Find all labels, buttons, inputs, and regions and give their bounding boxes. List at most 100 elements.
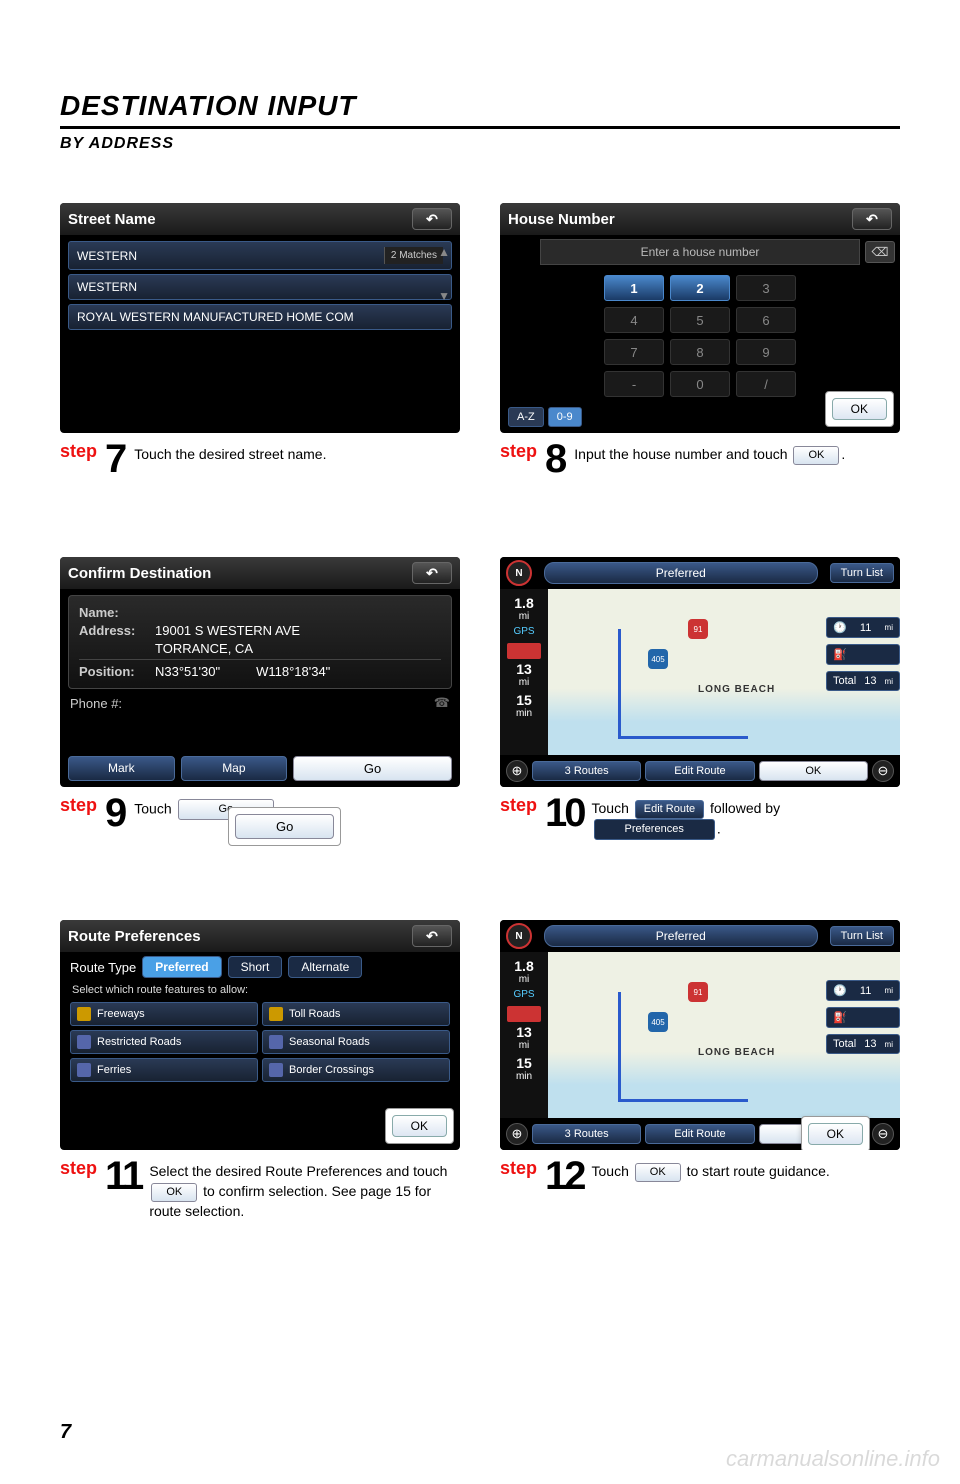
step-number: 11 bbox=[105, 1158, 141, 1194]
route-shield-icon: 91 bbox=[688, 619, 708, 639]
zoom-out-icon[interactable]: ⊖ bbox=[872, 760, 894, 782]
map-label: LONG BEACH bbox=[698, 684, 775, 695]
fuel-icon: ⛽ bbox=[833, 648, 847, 661]
route-shield-icon: 405 bbox=[648, 649, 668, 669]
feature-toll[interactable]: Toll Roads bbox=[262, 1002, 450, 1026]
list-item[interactable]: WESTERN bbox=[68, 274, 452, 300]
map-label: LONG BEACH bbox=[698, 1047, 775, 1058]
edit-route-button[interactable]: Edit Route bbox=[645, 761, 754, 781]
feature-ferries[interactable]: Ferries bbox=[70, 1058, 258, 1082]
toll-icon bbox=[269, 1007, 283, 1021]
go-button[interactable]: Go bbox=[293, 756, 452, 781]
street-name: WESTERN bbox=[77, 249, 137, 263]
key-7[interactable]: 7 bbox=[604, 339, 664, 365]
street-name: ROYAL WESTERN MANUFACTURED HOME COM bbox=[77, 310, 354, 324]
key-3[interactable]: 3 bbox=[736, 275, 796, 301]
route-side-info: 🕐11mi ⛽ Total13mi bbox=[826, 617, 900, 691]
step-number: 10 bbox=[545, 795, 584, 831]
list-item[interactable]: WESTERN 2 Matches bbox=[68, 241, 452, 270]
key-9[interactable]: 9 bbox=[736, 339, 796, 365]
preferred-pill[interactable]: Preferred bbox=[544, 562, 818, 584]
ok-button[interactable]: OK bbox=[392, 1115, 447, 1137]
zoom-out-icon[interactable]: ⊖ bbox=[872, 1123, 894, 1145]
mark-button[interactable]: Mark bbox=[68, 756, 175, 781]
key-6[interactable]: 6 bbox=[736, 307, 796, 333]
placeholder-text: Enter a house number bbox=[641, 245, 760, 259]
step-caption: Touch the desired street name. bbox=[134, 441, 326, 465]
route-opt-preferred[interactable]: Preferred bbox=[142, 956, 221, 978]
screen-map-start: N Preferred Turn List 1.8mi GPS 13mi 15m… bbox=[500, 920, 900, 1150]
step-label: step bbox=[60, 1158, 97, 1179]
go-overlay: Go bbox=[228, 807, 341, 846]
ok-inline-icon: OK bbox=[793, 446, 839, 465]
screen-street-name: Street Name ↶ WESTERN 2 Matches WESTERN … bbox=[60, 203, 460, 433]
delete-icon[interactable]: ⌫ bbox=[865, 241, 895, 263]
tab-az[interactable]: A-Z bbox=[508, 407, 544, 427]
key-slash[interactable]: / bbox=[736, 371, 796, 397]
step-10: N Preferred Turn List 1.8mi GPS 13mi 15m… bbox=[500, 557, 900, 840]
feature-seasonal[interactable]: Seasonal Roads bbox=[262, 1030, 450, 1054]
route-type-label: Route Type bbox=[70, 960, 136, 975]
back-icon[interactable]: ↶ bbox=[412, 562, 452, 584]
route-side-info: 🕐11mi ⛽ Total13mi bbox=[826, 980, 900, 1054]
edit-route-inline-icon: Edit Route bbox=[635, 800, 704, 819]
edit-route-button[interactable]: Edit Route bbox=[645, 1124, 754, 1144]
compass-icon[interactable]: N bbox=[506, 560, 532, 586]
step-label: step bbox=[500, 1158, 537, 1179]
watermark: carmanualsonline.info bbox=[726, 1446, 940, 1472]
position-label: Position: bbox=[79, 664, 149, 679]
routes-button[interactable]: 3 Routes bbox=[532, 1124, 641, 1144]
ok-button-overlay[interactable]: OK bbox=[808, 1123, 863, 1145]
ok-button[interactable]: OK bbox=[832, 398, 887, 420]
back-icon[interactable]: ↶ bbox=[852, 208, 892, 230]
key-4[interactable]: 4 bbox=[604, 307, 664, 333]
address-2: TORRANCE, CA bbox=[155, 641, 253, 656]
screen-house-number: House Number ↶ Enter a house number ⌫ 1 … bbox=[500, 203, 900, 433]
phone-icon[interactable]: ☎ bbox=[434, 695, 450, 711]
feature-freeways[interactable]: Freeways bbox=[70, 1002, 258, 1026]
step-9: Confirm Destination ↶ Name: Address:1900… bbox=[60, 557, 460, 840]
ok-button[interactable]: OK bbox=[759, 761, 868, 781]
ok-inline-icon: OK bbox=[635, 1163, 681, 1182]
feature-restricted[interactable]: Restricted Roads bbox=[70, 1030, 258, 1054]
screen-title: Street Name bbox=[68, 211, 156, 228]
number-input[interactable]: Enter a house number ⌫ bbox=[540, 239, 860, 265]
key-5[interactable]: 5 bbox=[670, 307, 730, 333]
step-caption: Select the desired Route Preferences and… bbox=[149, 1158, 460, 1221]
compass-icon[interactable]: N bbox=[506, 923, 532, 949]
tab-09[interactable]: 0-9 bbox=[548, 407, 582, 427]
back-icon[interactable]: ↶ bbox=[412, 208, 452, 230]
route-opt-alternate[interactable]: Alternate bbox=[288, 956, 362, 978]
step-label: step bbox=[500, 441, 537, 462]
key-8[interactable]: 8 bbox=[670, 339, 730, 365]
turn-list-button[interactable]: Turn List bbox=[830, 563, 894, 583]
key-1[interactable]: 1 bbox=[604, 275, 664, 301]
route-opt-short[interactable]: Short bbox=[228, 956, 283, 978]
step-label: step bbox=[60, 795, 97, 816]
scroll-down-icon[interactable]: ▼ bbox=[438, 289, 450, 303]
turn-list-button[interactable]: Turn List bbox=[830, 926, 894, 946]
map-button[interactable]: Map bbox=[181, 756, 288, 781]
step-12: N Preferred Turn List 1.8mi GPS 13mi 15m… bbox=[500, 920, 900, 1221]
ok-inline-icon: OK bbox=[151, 1183, 197, 1202]
screen-route-preferences: Route Preferences ↶ Route Type Preferred… bbox=[60, 920, 460, 1150]
back-icon[interactable]: ↶ bbox=[412, 925, 452, 947]
routes-button[interactable]: 3 Routes bbox=[532, 761, 641, 781]
feature-border[interactable]: Border Crossings bbox=[262, 1058, 450, 1082]
go-button-overlay[interactable]: Go bbox=[235, 814, 334, 839]
key-2[interactable]: 2 bbox=[670, 275, 730, 301]
zoom-in-icon[interactable]: ⊕ bbox=[506, 760, 528, 782]
step-7: Street Name ↶ WESTERN 2 Matches WESTERN … bbox=[60, 203, 460, 477]
seasonal-icon bbox=[269, 1035, 283, 1049]
step-caption: Touch OK to start route guidance. bbox=[592, 1158, 830, 1182]
key-0[interactable]: 0 bbox=[670, 371, 730, 397]
key-dash[interactable]: - bbox=[604, 371, 664, 397]
scroll-up-icon[interactable]: ▲ bbox=[438, 245, 450, 259]
position-lat: N33°51'30" bbox=[155, 664, 220, 679]
step-8: House Number ↶ Enter a house number ⌫ 1 … bbox=[500, 203, 900, 477]
clock-icon: 🕐 bbox=[833, 984, 847, 997]
preferred-pill[interactable]: Preferred bbox=[544, 925, 818, 947]
list-item[interactable]: ROYAL WESTERN MANUFACTURED HOME COM bbox=[68, 304, 452, 330]
route-stats: 1.8mi GPS 13mi 15min bbox=[500, 952, 548, 1118]
zoom-in-icon[interactable]: ⊕ bbox=[506, 1123, 528, 1145]
